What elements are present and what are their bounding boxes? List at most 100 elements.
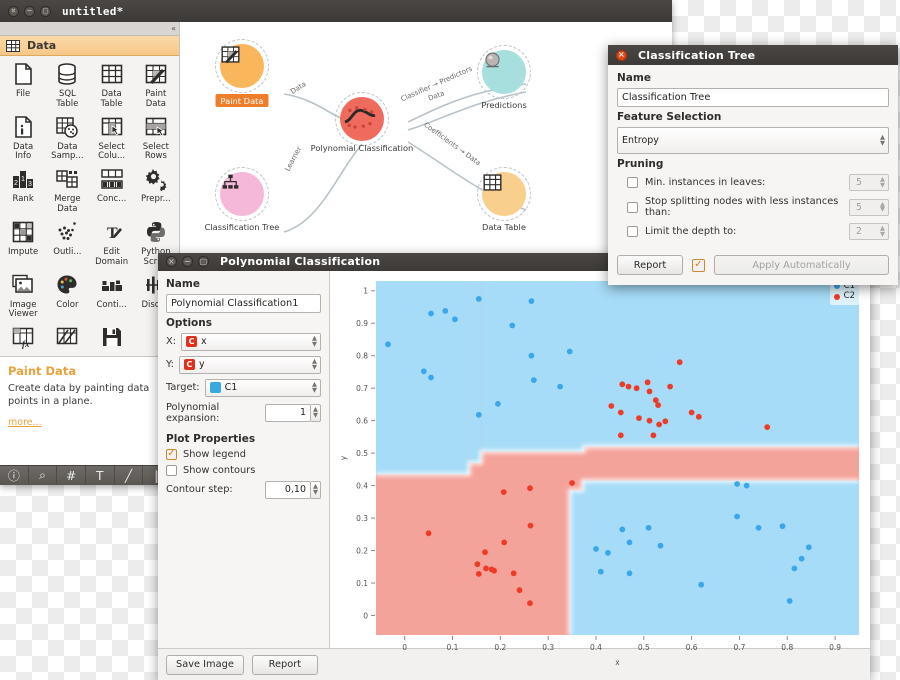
- stepper-arrows-icon[interactable]: ▲ ▼: [874, 200, 885, 212]
- grid-hash-icon[interactable]: #: [57, 466, 87, 485]
- poly-y-combo[interactable]: C y ▲ ▼: [178, 355, 321, 374]
- poly-target-row: Target: C1 ▲ ▼: [166, 378, 321, 397]
- widget-item-blank[interactable]: [45, 322, 89, 356]
- apply-automatically-button[interactable]: Apply Automatically: [714, 255, 889, 275]
- description-more-link[interactable]: more...: [8, 417, 42, 428]
- widget-item-data-table[interactable]: Data Table: [90, 59, 134, 112]
- ct-min-instances-row[interactable]: Min. instances in leaves: 5 ▲ ▼: [617, 174, 889, 191]
- stepper-arrows-icon[interactable]: ▲ ▼: [311, 480, 321, 499]
- text-icon[interactable]: T: [86, 466, 115, 485]
- min-instances-stepper[interactable]: 5 ▲ ▼: [849, 174, 889, 191]
- canvas-node-paint-data[interactable]: Paint Data: [215, 39, 269, 107]
- widget-item-prepr[interactable]: Prepr...: [134, 164, 178, 217]
- contour-step-stepper[interactable]: 0,10 ▲ ▼: [265, 480, 321, 499]
- stepper-arrows-icon[interactable]: ▲ ▼: [874, 225, 885, 237]
- show-legend-checkbox[interactable]: ✓: [166, 448, 177, 460]
- svg-text:0.4: 0.4: [590, 643, 602, 652]
- ct-name-section-header: Name: [617, 72, 651, 84]
- ct-report-button[interactable]: Report: [617, 255, 683, 275]
- widget-item-blank[interactable]: [90, 322, 134, 356]
- ct-limit-depth-row[interactable]: Limit the depth to: 2 ▲ ▼: [617, 223, 889, 240]
- polynomial-icon: [340, 97, 384, 141]
- info-icon[interactable]: ⓘ: [0, 466, 29, 485]
- poly-maximize-button[interactable]: □: [198, 256, 209, 268]
- widget-item-label: Prepr...: [141, 194, 171, 205]
- apply-automatically-checkbox[interactable]: ✓: [692, 258, 705, 272]
- widget-sidebar: « Data File SQL Table Data Table Paint Data…: [0, 22, 180, 485]
- canvas-node-polynomial-classification[interactable]: Polynomial Classification: [311, 92, 413, 153]
- poly-report-button[interactable]: Report: [251, 654, 318, 675]
- widget-item-merge-data[interactable]: Merge Data: [45, 164, 89, 217]
- poly-show-contours-row[interactable]: Show contours: [166, 464, 321, 476]
- canvas-node-data-table[interactable]: Data Table: [477, 167, 531, 232]
- widget-item-data-samp[interactable]: Data Samp...: [45, 112, 89, 165]
- search-icon[interactable]: ⌕: [29, 466, 58, 485]
- svg-text:0.5: 0.5: [356, 449, 368, 458]
- ct-close-button[interactable]: ×: [616, 49, 627, 61]
- poly-expansion-input[interactable]: 1: [265, 403, 311, 422]
- window-minimize-button[interactable]: −: [24, 5, 35, 17]
- poly-target-combo[interactable]: C1 ▲ ▼: [204, 378, 321, 397]
- svg-text:0.8: 0.8: [781, 643, 793, 652]
- widget-item-paint-data[interactable]: Paint Data: [134, 59, 178, 112]
- contour-step-input[interactable]: 0,10: [265, 480, 311, 499]
- stepper-arrows-icon[interactable]: ▲ ▼: [874, 176, 885, 188]
- widget-item-sql-table[interactable]: SQL Table: [45, 59, 89, 112]
- canvas-node-classification-tree[interactable]: Classification Tree: [205, 167, 279, 232]
- window-maximize-button[interactable]: □: [40, 5, 51, 17]
- poly-x-combo[interactable]: C x ▲ ▼: [181, 332, 321, 351]
- svg-text:3: 3: [28, 181, 32, 188]
- svg-text:0.9: 0.9: [829, 643, 841, 652]
- palette-icon: [54, 273, 80, 299]
- chevron-updown-icon[interactable]: ▲ ▼: [312, 335, 317, 347]
- widget-item-edit-domain[interactable]: T Edit Domain: [90, 217, 134, 270]
- poly-show-legend-row[interactable]: ✓ Show legend: [166, 448, 321, 460]
- min-instances-checkbox[interactable]: [627, 177, 638, 188]
- widget-item-conc[interactable]: Conc...: [90, 164, 134, 217]
- widget-item-image-viewer[interactable]: Image Viewer: [1, 270, 45, 323]
- chevron-updown-icon[interactable]: ▲ ▼: [880, 134, 885, 146]
- poly-close-button[interactable]: ×: [166, 256, 177, 268]
- stop-splitting-checkbox[interactable]: [627, 201, 638, 213]
- widget-item-file[interactable]: File: [1, 59, 45, 112]
- widget-item-rank[interactable]: 2 1 3 Rank: [1, 164, 45, 217]
- sidebar-collapse-bar[interactable]: «: [0, 22, 179, 36]
- widget-item-conti[interactable]: Conti...: [90, 270, 134, 323]
- widget-item-blank[interactable]: fx: [1, 322, 45, 356]
- limit-depth-stepper[interactable]: 2 ▲ ▼: [849, 223, 889, 240]
- canvas-node-predictions[interactable]: Predictions: [477, 45, 531, 110]
- poly-y-label: Y:: [166, 359, 174, 371]
- window-close-button[interactable]: ×: [8, 5, 19, 17]
- ct-name-input[interactable]: Classification Tree: [617, 88, 889, 107]
- classification-plot[interactable]: 0 0.1 0.2 0.3 0.4 0.5 0.6 0.7 0.8 0.9 1 0 0.1 0.2 0.3 0…: [330, 270, 870, 667]
- limit-depth-checkbox[interactable]: [627, 226, 638, 237]
- poly-minimize-button[interactable]: −: [182, 256, 193, 268]
- widget-item-label: Data Samp...: [51, 141, 84, 162]
- chevron-updown-icon[interactable]: ▲ ▼: [312, 358, 317, 370]
- widget-item-select-rows[interactable]: Select Rows: [134, 112, 178, 165]
- collapse-icon[interactable]: «: [171, 24, 176, 33]
- classification-tree-window: × Classification Tree Name Classificatio…: [608, 45, 898, 285]
- gears-icon: [143, 167, 169, 193]
- widget-item-data-info[interactable]: Data Info: [1, 112, 45, 165]
- ct-stop-splitting-row[interactable]: Stop splitting nodes with less instances…: [617, 196, 889, 218]
- pencil-icon[interactable]: ╱: [115, 466, 144, 485]
- svg-text:0.6: 0.6: [356, 416, 368, 425]
- chevron-updown-icon[interactable]: ▲ ▼: [312, 381, 317, 393]
- ct-feature-selection-combo[interactable]: Entropy ▲ ▼: [617, 127, 889, 154]
- category-header-data[interactable]: Data: [0, 36, 179, 56]
- stop-splitting-stepper[interactable]: 5 ▲ ▼: [849, 198, 889, 216]
- image-viewer-icon: [10, 273, 36, 299]
- save-image-button[interactable]: Save Image: [166, 654, 244, 675]
- show-contours-checkbox[interactable]: [166, 464, 177, 476]
- stepper-arrows-icon[interactable]: ▲ ▼: [311, 403, 321, 422]
- poly-name-input[interactable]: Polynomial Classification1: [166, 293, 321, 313]
- widget-item-label: Outli...: [53, 247, 82, 258]
- poly-expansion-stepper[interactable]: 1 ▲ ▼: [265, 403, 321, 422]
- svg-text:0.4: 0.4: [356, 481, 368, 490]
- widget-item-impute[interactable]: Impute: [1, 217, 45, 270]
- widget-item-select-colu[interactable]: Select Colu...: [90, 112, 134, 165]
- widget-item-color[interactable]: Color: [45, 270, 89, 323]
- contour-step-label: Contour step:: [166, 484, 233, 496]
- widget-item-outli[interactable]: Outli...: [45, 217, 89, 270]
